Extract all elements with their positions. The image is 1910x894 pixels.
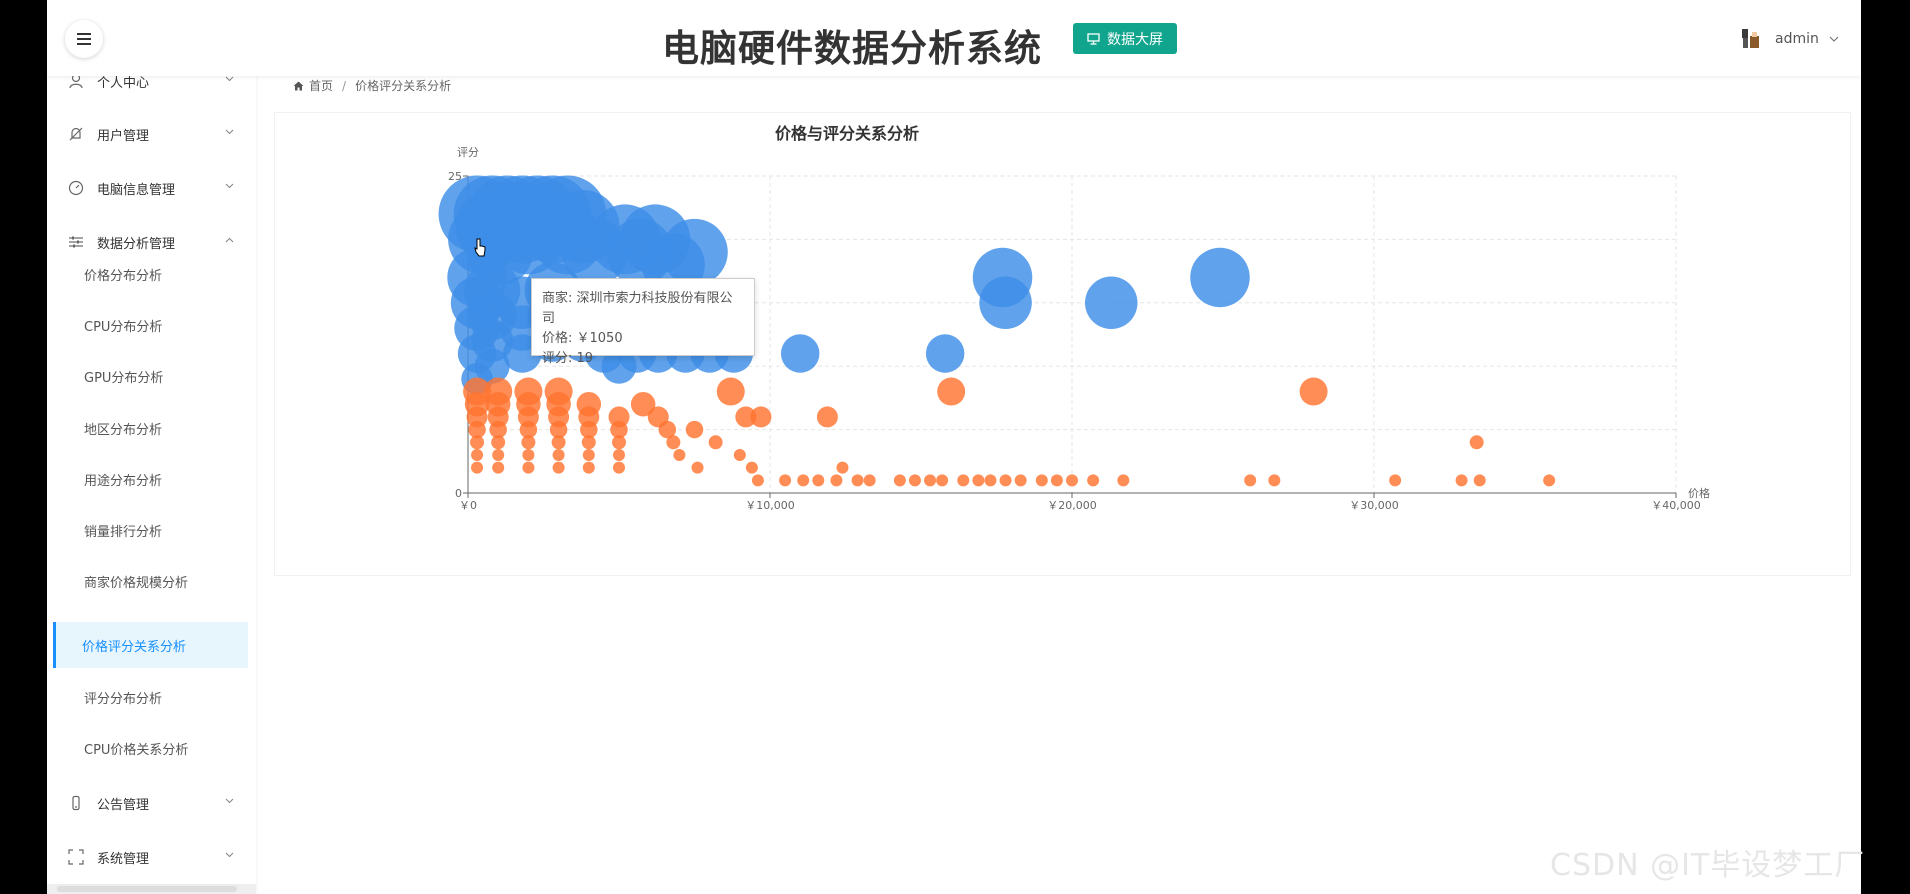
scatter-chart[interactable]: ￥0 ￥10,000 ￥20,000 ￥30,000 ￥40,000025评分价格 (47, 0, 1861, 894)
scatter-point (1014, 474, 1027, 487)
scatter-point (999, 474, 1012, 487)
scatter-point (1050, 474, 1063, 487)
monitor-icon (1087, 32, 1100, 45)
scatter-point (816, 406, 838, 428)
scatter-point (1389, 474, 1402, 487)
scatter-point (780, 334, 820, 373)
scatter-point (708, 435, 723, 450)
scatter-point (893, 474, 906, 487)
scatter-point (851, 474, 864, 487)
scatter-point (716, 377, 745, 406)
scatter-point (685, 420, 704, 439)
x-tick-label: ￥10,000 (745, 499, 795, 512)
scatter-point (1543, 474, 1556, 487)
x-tick-label: ￥0 (459, 499, 477, 512)
tooltip-price: 价格: ￥1050 (542, 331, 623, 346)
scatter-point (522, 461, 535, 474)
scatter-point (733, 448, 746, 461)
scatter-point (836, 461, 849, 474)
scatter-point (797, 474, 810, 487)
scatter-point (582, 448, 595, 461)
scatter-point (1117, 474, 1130, 487)
scatter-point (1299, 377, 1328, 406)
hamburger-icon (77, 33, 91, 45)
scatter-point (1085, 276, 1138, 330)
scatter-point (522, 448, 535, 461)
scatter-point (863, 474, 876, 487)
x-tick-label: ￥30,000 (1349, 499, 1399, 512)
scatter-point (581, 435, 596, 450)
scatter-point (612, 435, 626, 450)
scatter-point (613, 461, 625, 474)
scatter-point (1244, 474, 1257, 487)
scatter-point (1469, 435, 1484, 450)
tooltip-rating: 评分: 19 (542, 351, 594, 366)
username: admin (1775, 31, 1819, 47)
scatter-point (750, 406, 772, 428)
scatter-point (492, 461, 505, 474)
scatter-point (666, 435, 681, 450)
x-tick-label: ￥40,000 (1651, 499, 1701, 512)
top-header: 电脑硬件数据分析系统 数据大屏 admin (47, 0, 1861, 76)
scatter-point (957, 474, 970, 487)
y-tick-label: 0 (455, 487, 462, 500)
scatter-point (924, 474, 937, 487)
scatter-point (979, 276, 1032, 330)
scatter-point (673, 448, 686, 461)
scatter-point (745, 461, 758, 474)
scatter-point (582, 461, 595, 474)
scatter-point (1087, 474, 1100, 487)
scatter-point (552, 461, 565, 474)
scatter-point (1035, 474, 1048, 487)
x-axis-label: 价格 (1688, 486, 1710, 500)
scatter-point (492, 448, 505, 461)
menu-toggle-button[interactable] (65, 20, 103, 58)
tooltip-merchant: 商家: 深圳市索力科技股份有限公司 (542, 291, 733, 326)
scatter-point (471, 461, 484, 474)
chart-tooltip: 商家: 深圳市索力科技股份有限公司 价格: ￥1050 评分: 19 (531, 278, 755, 366)
system-title: 电脑硬件数据分析系统 (662, 27, 1042, 70)
scatter-point (779, 474, 792, 487)
scatter-point (470, 435, 485, 450)
scatter-point (1455, 474, 1468, 487)
scatter-point (936, 474, 949, 487)
scatter-point (521, 435, 536, 450)
scatter-point (925, 334, 965, 373)
scatter-point (1190, 247, 1250, 308)
scatter-point (972, 474, 985, 487)
scatter-point (691, 461, 704, 474)
scatter-point (908, 474, 921, 487)
scatter-point (1066, 474, 1078, 487)
pointer-cursor-icon (474, 238, 486, 257)
data-screen-label: 数据大屏 (1107, 31, 1163, 48)
avatar (1742, 29, 1759, 48)
x-tick-label: ￥20,000 (1047, 499, 1097, 512)
y-axis-label: 评分 (457, 146, 479, 159)
scatter-point (1473, 474, 1486, 487)
scatter-point (751, 474, 764, 487)
app-window: 电脑硬件数据分析系统 数据大屏 admin 个人中心 用户管理 电脑信息管理 数… (47, 0, 1861, 894)
chevron-down-icon (1829, 36, 1839, 42)
scatter-point (1268, 474, 1281, 487)
scatter-point (552, 448, 565, 461)
scatter-point (812, 474, 825, 487)
scatter-point (471, 448, 484, 461)
scatter-point (551, 435, 566, 450)
watermark: CSDN @IT毕设梦工厂 (1550, 848, 1866, 883)
scatter-point (830, 474, 843, 487)
user-menu[interactable]: admin (1739, 26, 1839, 52)
scatter-point (937, 377, 966, 406)
data-screen-button[interactable]: 数据大屏 (1073, 23, 1177, 54)
scatter-point (613, 448, 625, 461)
scatter-point (984, 474, 997, 487)
scatter-point (491, 435, 506, 450)
